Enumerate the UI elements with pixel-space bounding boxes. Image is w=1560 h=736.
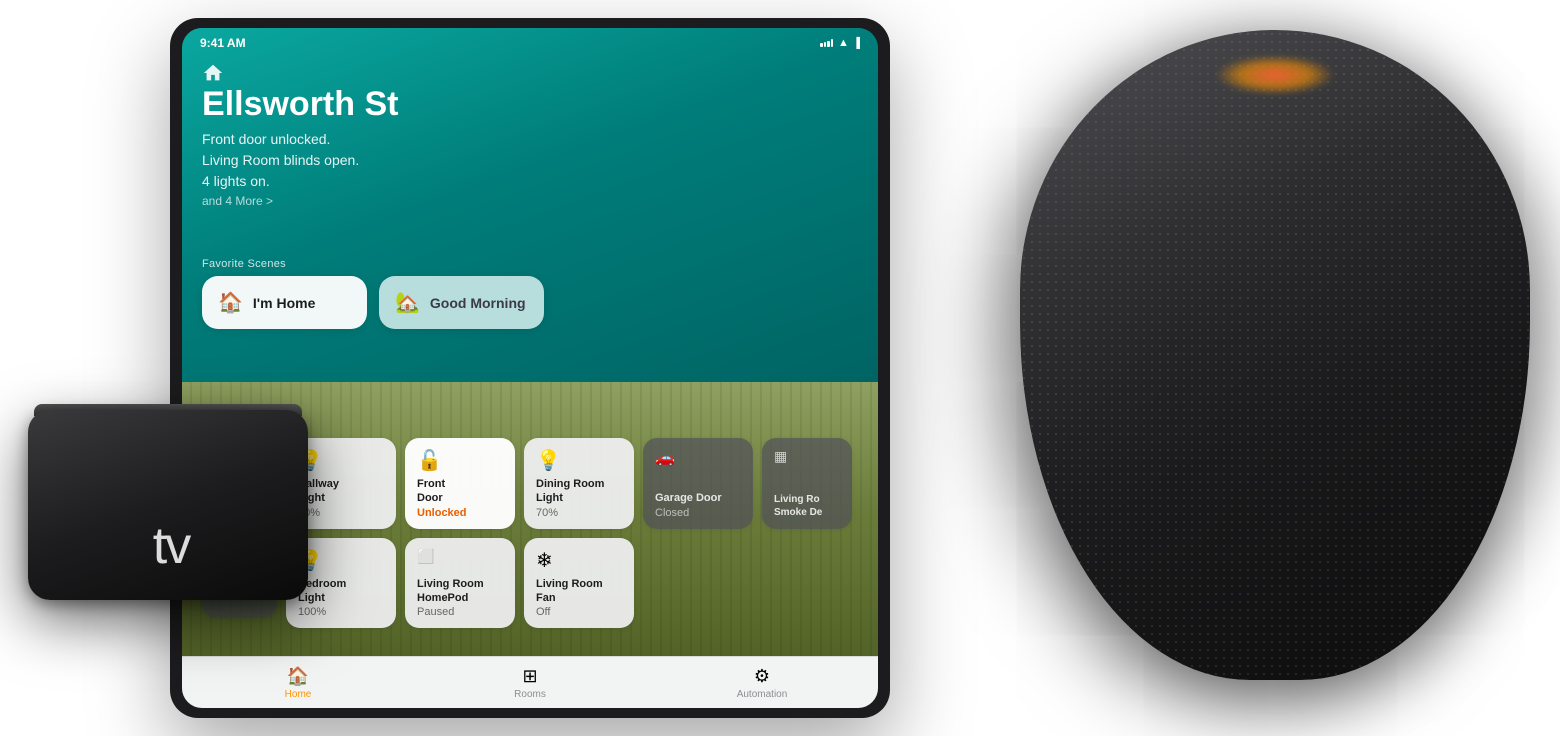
scene-im-home[interactable]: 🏠 I'm Home: [202, 276, 367, 329]
im-home-label: I'm Home: [253, 295, 315, 311]
dining-light-icon: 💡: [536, 448, 622, 473]
homepod-mesh: [1020, 30, 1530, 680]
scenes-row: 🏠 I'm Home 🏡 Good Morning: [202, 276, 544, 329]
status-bar: 9:41 AM ▲ ▐: [182, 28, 878, 58]
tab-home-label: Home: [285, 689, 312, 700]
atv-body: tv: [28, 410, 308, 600]
dining-light-status: 70%: [536, 507, 622, 519]
front-door-name: FrontDoor: [417, 477, 503, 506]
status-icons: ▲ ▐: [820, 37, 860, 49]
tab-home[interactable]: 🏠 Home: [182, 666, 414, 700]
garage-door-status: Closed: [655, 507, 741, 519]
homepod: [920, 0, 1560, 736]
status-line-1: Front door unlocked.: [202, 131, 330, 147]
status-line-2: Living Room blinds open.: [202, 152, 359, 168]
homepod-tile-name: Living RoomHomePod: [417, 577, 503, 606]
atv-logo: tv: [147, 520, 189, 572]
tile-smoke-detector[interactable]: ▦ Living RoSmoke De: [762, 438, 852, 529]
front-door-icon: 🔓: [417, 448, 503, 473]
homepod-tile-icon: ⬜: [417, 548, 503, 565]
fan-name: Living RoomFan: [536, 577, 622, 606]
scene-good-morning[interactable]: 🏡 Good Morning: [379, 276, 544, 329]
signal-icon: [820, 39, 834, 47]
garage-door-name: Garage Door: [655, 491, 741, 505]
wifi-icon: ▲: [838, 37, 849, 49]
garage-door-icon: 🚗: [655, 448, 741, 468]
tab-automation[interactable]: ⚙ Automation: [646, 666, 878, 700]
tab-rooms-icon: ⊞: [522, 666, 537, 687]
homepod-top-light: [1215, 55, 1335, 95]
homepod-body: [1020, 30, 1530, 680]
favorite-scenes-label: Favorite Scenes: [202, 258, 286, 270]
tab-home-icon: 🏠: [287, 666, 309, 687]
home-status-summary: Front door unlocked. Living Room blinds …: [202, 129, 858, 192]
im-home-icon: 🏠: [218, 290, 243, 315]
apple-tv: tv: [28, 380, 338, 630]
front-door-status: Unlocked: [417, 507, 503, 519]
ipad-header: Ellsworth St Front door unlocked. Living…: [202, 86, 858, 208]
smoke-icon: ▦: [774, 448, 840, 465]
good-morning-icon: 🏡: [395, 290, 420, 315]
battery-icon: ▐: [853, 38, 860, 49]
homepod-tile-status: Paused: [417, 606, 503, 618]
tab-bar: 🏠 Home ⊞ Rooms ⚙ Automation: [182, 656, 878, 708]
home-title: Ellsworth St: [202, 86, 858, 123]
tab-automation-label: Automation: [737, 689, 788, 700]
tab-rooms-label: Rooms: [514, 689, 546, 700]
house-icon: [202, 62, 224, 84]
atv-tv-label: tv: [153, 520, 189, 572]
dining-light-name: Dining RoomLight: [536, 477, 622, 506]
status-line-3: 4 lights on.: [202, 173, 270, 189]
scene: 9:41 AM ▲ ▐: [0, 0, 1560, 736]
tile-homepod[interactable]: ⬜ Living RoomHomePod Paused: [405, 538, 515, 629]
tile-garage-door[interactable]: 🚗 Garage Door Closed: [643, 438, 753, 529]
tab-rooms[interactable]: ⊞ Rooms: [414, 666, 646, 700]
more-status-link[interactable]: and 4 More >: [202, 194, 858, 208]
tile-front-door[interactable]: 🔓 FrontDoor Unlocked: [405, 438, 515, 529]
fan-icon: ❄: [536, 548, 622, 573]
good-morning-label: Good Morning: [430, 295, 526, 311]
tile-dining-light[interactable]: 💡 Dining RoomLight 70%: [524, 438, 634, 529]
tab-automation-icon: ⚙: [754, 666, 770, 687]
status-time: 9:41 AM: [200, 36, 246, 50]
tile-fan[interactable]: ❄ Living RoomFan Off: [524, 538, 634, 629]
smoke-name: Living RoSmoke De: [774, 493, 840, 519]
fan-status: Off: [536, 606, 622, 618]
